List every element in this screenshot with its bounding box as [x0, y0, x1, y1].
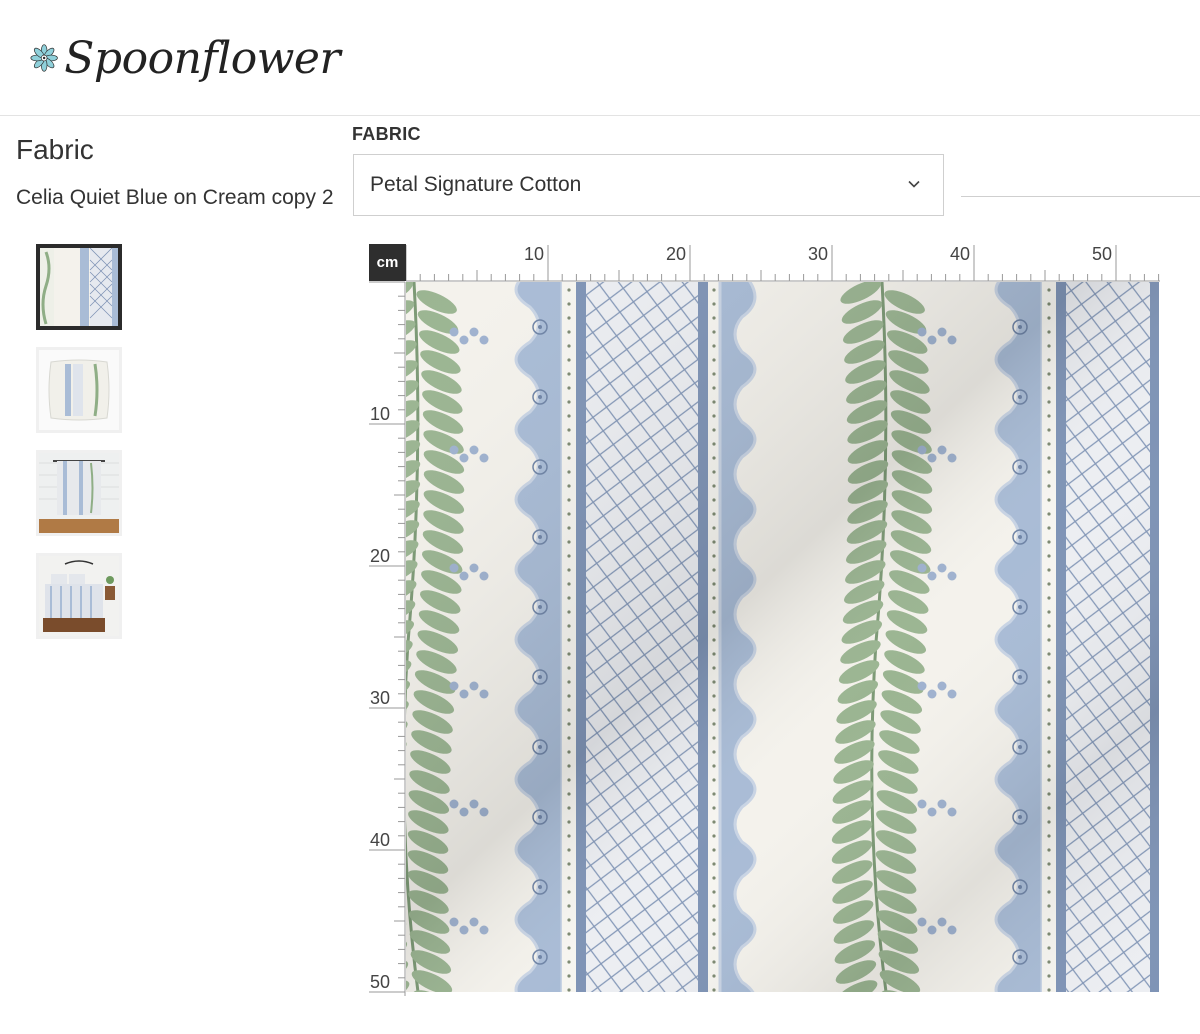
spoonflower-logo[interactable]: Spoonflower [30, 18, 340, 98]
swatch-thumbnail-image [40, 248, 118, 326]
ruler-left-tick-label: 10 [370, 404, 390, 424]
thumbnail-pillow[interactable] [36, 347, 122, 433]
thumbnail-bedding[interactable] [36, 553, 122, 639]
fabric-pattern [406, 282, 1159, 992]
ruler-top-tick-label: 20 [666, 244, 686, 264]
bedding-thumbnail-image [39, 556, 119, 636]
thumbnail-swatch[interactable] [36, 244, 122, 330]
brand-name: Spoonflower [64, 32, 340, 84]
ruler-left-tick-label: 30 [370, 688, 390, 708]
fabric-preview-image[interactable] [406, 282, 1159, 992]
ruler-top-tick-label: 30 [808, 244, 828, 264]
ruler-left-tick-label: 40 [370, 830, 390, 850]
ruler-top-tick-label: 50 [1092, 244, 1112, 264]
chevron-down-icon [908, 180, 920, 188]
fabric-label: FABRIC [352, 124, 421, 144]
fabric-select-dropdown[interactable]: Petal Signature Cotton [353, 154, 944, 216]
ruler-top-tick-label: 10 [524, 244, 544, 264]
divider [961, 196, 1200, 197]
ruler-top-tick-label: 40 [950, 244, 970, 264]
ruler-left-tick-label: 20 [370, 546, 390, 566]
flower-logo-icon [30, 44, 58, 72]
fabric-select-value: Petal Signature Cotton [370, 173, 582, 196]
design-name: Celia Quiet Blue on Cream copy 2 [16, 186, 334, 209]
thumbnail-blanket[interactable] [36, 450, 122, 536]
ruler-left-tick-label: 50 [370, 972, 390, 992]
pillow-thumbnail-image [39, 350, 119, 430]
site-header: Spoonflower [0, 0, 1200, 116]
blanket-thumbnail-image [39, 453, 119, 533]
product-type-heading: Fabric [16, 134, 94, 165]
ruler-unit-badge: cm [369, 244, 406, 281]
fabric-preview-area: 10 20 30 40 50 10 20 30 40 50 cm [369, 244, 1160, 996]
